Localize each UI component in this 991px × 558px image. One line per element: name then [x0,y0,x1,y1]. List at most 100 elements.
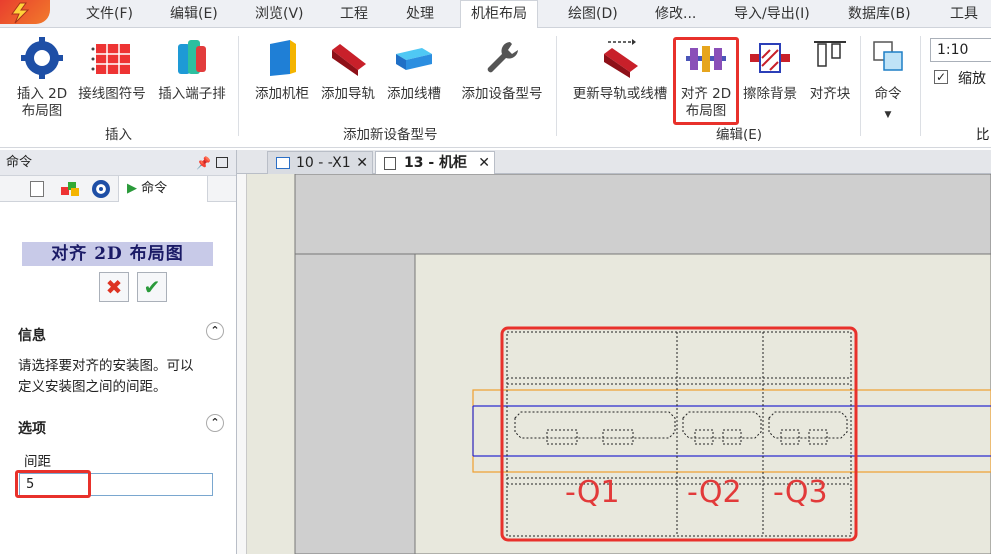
chevron-down-icon: ▼ [884,110,892,120]
add-device-model-label: 添加设备型号 [461,86,543,102]
ribbon-separator [860,36,861,136]
doc-tab-cabinet[interactable]: 13 - 机柜 ✕ [375,151,495,175]
info-text: 请选择要对齐的安装图。可以 定义安装图之间的间距。 [18,356,194,398]
info-text-line-1: 请选择要对齐的安装图。可以 [18,358,194,374]
ribbon-separator [556,36,557,136]
add-rail-label: 添加导轨 [321,86,375,102]
pin-icon[interactable]: 📌 [196,150,211,176]
add-rail-button[interactable]: 添加导轨 [316,36,380,103]
update-rail-icon [604,39,638,78]
scale-checkbox-label: 缩放 [958,71,986,87]
add-duct-label: 添加线槽 [387,86,441,102]
add-cabinet-label: 添加机柜 [255,86,309,102]
spacing-input-highlight [15,470,91,498]
document-tabs: 10 - -X1 ✕ 13 - 机柜 ✕ [237,150,991,175]
scale-value: 1:10 [937,42,969,58]
menu-cabinet-layout[interactable]: 机柜布局 [460,0,538,29]
spacing-label: 间距 [24,454,51,470]
menu-bar: 文件(F) 编辑(E) 浏览(V) 工程 处理 机柜布局 绘图(D) 修改...… [0,0,991,29]
add-duct-button[interactable]: 添加线槽 [382,36,446,103]
device-label-q2: -Q2 [687,475,742,510]
menu-project[interactable]: 工程 [340,0,368,28]
drawing-area: 10 - -X1 ✕ 13 - 机柜 ✕ -Q1 -Q2 -Q3 [237,150,991,555]
info-text-line-2: 定义安装图之间的间距。 [18,379,167,395]
command-dropdown-button[interactable]: 命令 ▼ [864,36,912,124]
terminal-grid-icon [91,44,130,74]
vertical-ruler [237,174,247,554]
play-icon: ▶ [127,181,137,196]
ribbon-separator [238,36,239,136]
menu-edit[interactable]: 编辑(E) [170,0,218,28]
erase-background-label: 擦除背景 [743,86,797,102]
align-blocks-button[interactable]: 对齐块 [802,36,858,103]
scale-combobox[interactable]: 1:10 [930,38,991,62]
gear-icon [21,37,63,79]
scale-group-label: 比 [976,127,990,143]
cabinet-svg: -Q1 -Q2 -Q3 [247,173,991,555]
add-device-model-button[interactable]: 添加设备型号 [456,36,548,103]
erase-background-icon [750,43,790,73]
ok-button[interactable]: ✔ [137,272,167,302]
collapse-info-icon[interactable]: ⌃ [206,322,224,340]
menu-database[interactable]: 数据库(B) [848,0,911,28]
scale-checkbox[interactable]: ✓ [934,70,948,84]
parts-tab-icon[interactable] [60,181,80,197]
menu-file[interactable]: 文件(F) [86,0,133,28]
device-label-q3: -Q3 [773,475,828,510]
gear-tab-icon[interactable] [92,180,110,198]
ribbon-separator [920,36,921,136]
panel-header-title: 命令 [6,155,33,170]
add-group-label: 添加新设备型号 [343,127,438,143]
align-blocks-label: 对齐块 [809,86,851,102]
wiring-symbol-button[interactable]: 接线图符号 [72,36,152,103]
maximize-icon[interactable] [216,157,228,168]
wrench-icon [487,42,518,73]
menu-tools[interactable]: 工具 [950,0,978,28]
panel-header: 命令 📌 [0,150,236,176]
wiring-symbol-label: 接线图符号 [78,86,146,102]
tab-command[interactable]: ▶ 命令 [118,175,208,202]
panel-command-title: 对齐 2D 布局图 [22,242,213,266]
insert-terminal-strip-button[interactable]: 插入端子排 [152,36,232,103]
menu-process[interactable]: 处理 [406,0,434,28]
close-icon[interactable]: ✕ [478,152,490,174]
align-blocks-icon [814,41,846,67]
doc-tab-x1[interactable]: 10 - -X1 ✕ [267,151,373,174]
edit-group-label: 编辑(E) [716,127,763,143]
insert-2d-label-2: 布局图 [21,103,63,119]
options-section-title: 选项 [18,421,46,437]
device-labels: -Q1 -Q2 -Q3 [565,475,828,510]
cabinet-icon [270,40,296,76]
insert-group-label: 插入 [105,127,132,143]
rail-icon [332,44,366,76]
align-button-highlight [673,37,739,125]
doc-tab-cabinet-label: 13 - 机柜 [404,155,468,171]
tab-command-label: 命令 [141,181,168,196]
add-cabinet-button[interactable]: 添加机柜 [250,36,314,103]
cancel-button[interactable]: ✖ [99,272,129,302]
menu-draw[interactable]: 绘图(D) [568,0,618,28]
page-tab-icon[interactable] [30,181,44,197]
insert-2d-label-1: 插入 2D [16,86,68,102]
update-rail-duct-button[interactable]: 更新导轨或线槽 [566,36,674,103]
insert-terminal-strip-label: 插入端子排 [158,86,226,102]
doc-tab-icon [276,157,290,169]
app-logo[interactable] [0,0,50,24]
doc-tab-icon [384,157,396,170]
terminal-strip-icon [178,40,206,74]
menu-view[interactable]: 浏览(V) [255,0,304,28]
command-panel: 命令 📌 ▶ 命令 对齐 2D 布局图 ✖ ✔ 信息 ⌃ 请选择要对齐的安装图。… [0,150,237,554]
menu-import-export[interactable]: 导入/导出(I) [734,0,810,28]
menu-modify[interactable]: 修改... [655,0,696,28]
collapse-options-icon[interactable]: ⌃ [206,414,224,432]
erase-background-button[interactable]: 擦除背景 [738,36,802,103]
command-icon [873,41,903,71]
update-rail-duct-label: 更新导轨或线槽 [572,86,668,102]
cabinet-drawing[interactable]: -Q1 -Q2 -Q3 [247,173,991,555]
device-label-q1: -Q1 [565,475,620,510]
close-icon[interactable]: ✕ [356,152,368,174]
info-section-title: 信息 [18,328,46,344]
panel-tabs: ▶ 命令 [0,175,236,202]
insert-2d-layout-button[interactable]: 插入 2D 布局图 [10,36,74,120]
ribbon: 插入 2D 布局图 接线图符号 插入端子排 插入 添加机柜 添加导轨 添加线槽 … [0,28,991,148]
